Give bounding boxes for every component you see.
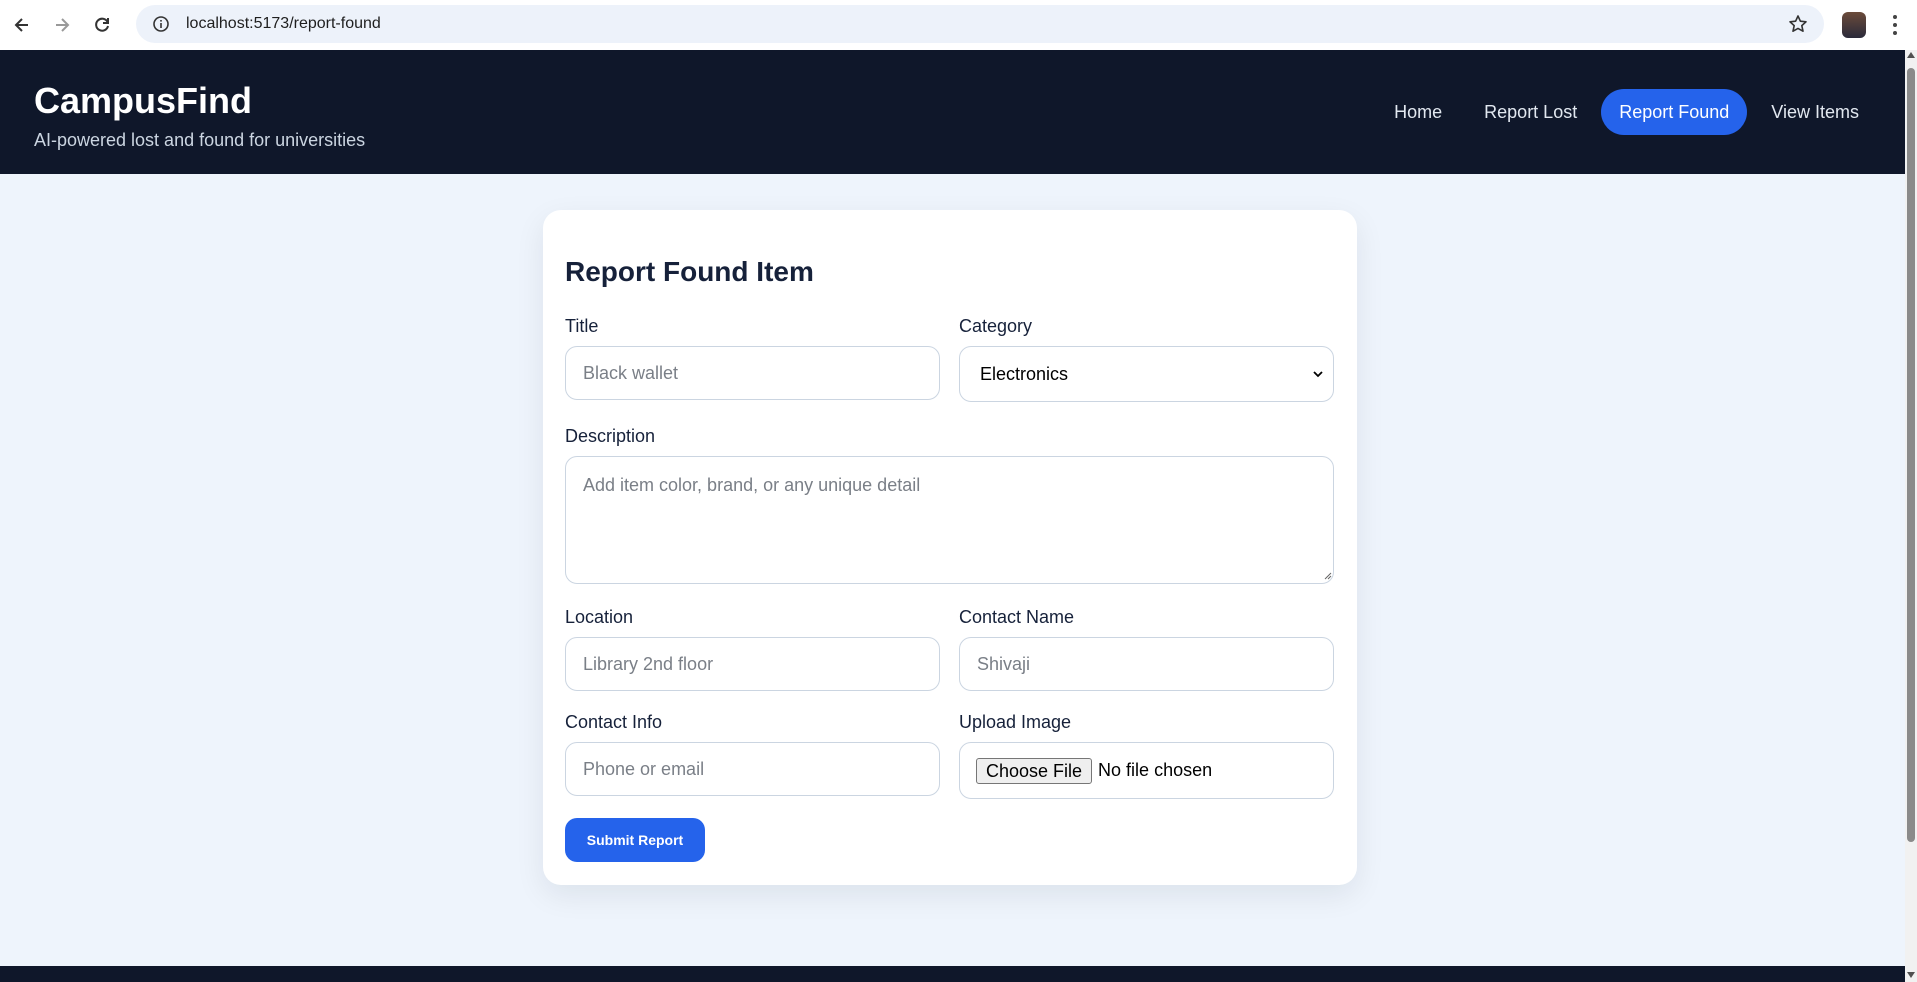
contact-info-label: Contact Info (565, 712, 663, 732)
scroll-thumb[interactable] (1907, 68, 1915, 842)
choose-file-button[interactable]: Choose File (976, 757, 1093, 784)
bookmark-star-icon[interactable] (1788, 14, 1808, 34)
brand-tagline: AI-powered lost and found for universiti… (34, 130, 366, 150)
forward-arrow-icon (56, 18, 70, 32)
description-label: Description (565, 426, 656, 446)
file-status-text: No file chosen (1098, 760, 1213, 780)
browser-toolbar: localhost:5173/report-found (0, 0, 1917, 50)
profile-avatar[interactable] (1842, 12, 1866, 38)
contact-info-input[interactable] (565, 742, 940, 796)
title-input[interactable] (565, 346, 940, 400)
resize-grip-icon[interactable] (1324, 572, 1332, 580)
location-label: Location (565, 607, 634, 627)
upload-image-label: Upload Image (959, 712, 1072, 732)
contact-name-label: Contact Name (959, 607, 1075, 627)
nav-home[interactable]: Home (1376, 89, 1460, 135)
contact-name-input[interactable] (959, 637, 1334, 691)
description-textarea[interactable] (565, 456, 1334, 584)
page-scrollbar[interactable] (1905, 50, 1917, 982)
back-button[interactable] (4, 7, 40, 43)
category-select[interactable]: Electronics (959, 346, 1334, 402)
category-value: Electronics (980, 363, 1069, 384)
title-label: Title (565, 316, 599, 336)
brand-logo[interactable]: CampusFind (34, 80, 252, 122)
address-bar[interactable]: localhost:5173/report-found (136, 5, 1824, 43)
category-label: Category (959, 316, 1033, 336)
form-heading: Report Found Item (565, 256, 814, 287)
submit-report-button[interactable]: Submit Report (565, 818, 705, 862)
scroll-down-icon[interactable] (1907, 972, 1915, 978)
nav-view-items[interactable]: View Items (1753, 89, 1877, 135)
chevron-down-icon (1313, 371, 1323, 378)
scroll-up-icon[interactable] (1907, 52, 1915, 58)
app-header: CampusFind AI-powered lost and found for… (0, 50, 1905, 174)
forward-button[interactable] (44, 7, 80, 43)
reload-icon (95, 17, 109, 32)
url-text: localhost:5173/report-found (186, 15, 381, 32)
nav-report-lost[interactable]: Report Lost (1466, 89, 1595, 135)
image-upload-field: Choose File No file chosen (959, 742, 1334, 799)
page-footer (0, 966, 1905, 982)
location-input[interactable] (565, 637, 940, 691)
reload-button[interactable] (84, 7, 120, 43)
browser-menu-icon[interactable] (1885, 12, 1905, 38)
back-arrow-icon (14, 18, 28, 32)
main-nav: Home Report Lost Report Found View Items (1376, 89, 1877, 135)
report-form-card: Report Found Item Title Category Electro… (543, 210, 1357, 885)
nav-report-found[interactable]: Report Found (1601, 89, 1748, 135)
site-info-icon[interactable] (152, 15, 170, 33)
